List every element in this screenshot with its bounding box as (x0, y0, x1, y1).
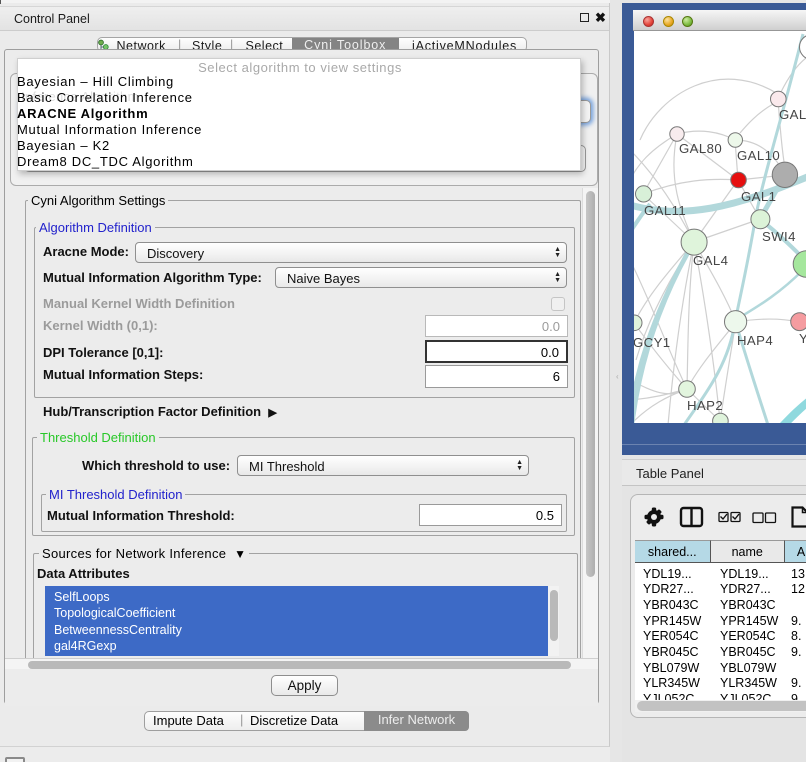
svg-text:YEL: YEL (799, 331, 806, 346)
svg-text:HAP2: HAP2 (687, 398, 723, 413)
svg-text:GCY1: GCY1 (634, 335, 671, 350)
svg-text:HAP4: HAP4 (737, 333, 773, 348)
svg-text:GAL10: GAL10 (737, 148, 780, 163)
svg-text:GAL4: GAL4 (693, 253, 728, 268)
svg-text:GAL80: GAL80 (679, 141, 722, 156)
svg-text:GAL7: GAL7 (779, 107, 806, 122)
svg-text:GAL1: GAL1 (741, 189, 776, 204)
svg-text:SWI4: SWI4 (762, 229, 796, 244)
svg-text:GAL11: GAL11 (644, 203, 686, 218)
